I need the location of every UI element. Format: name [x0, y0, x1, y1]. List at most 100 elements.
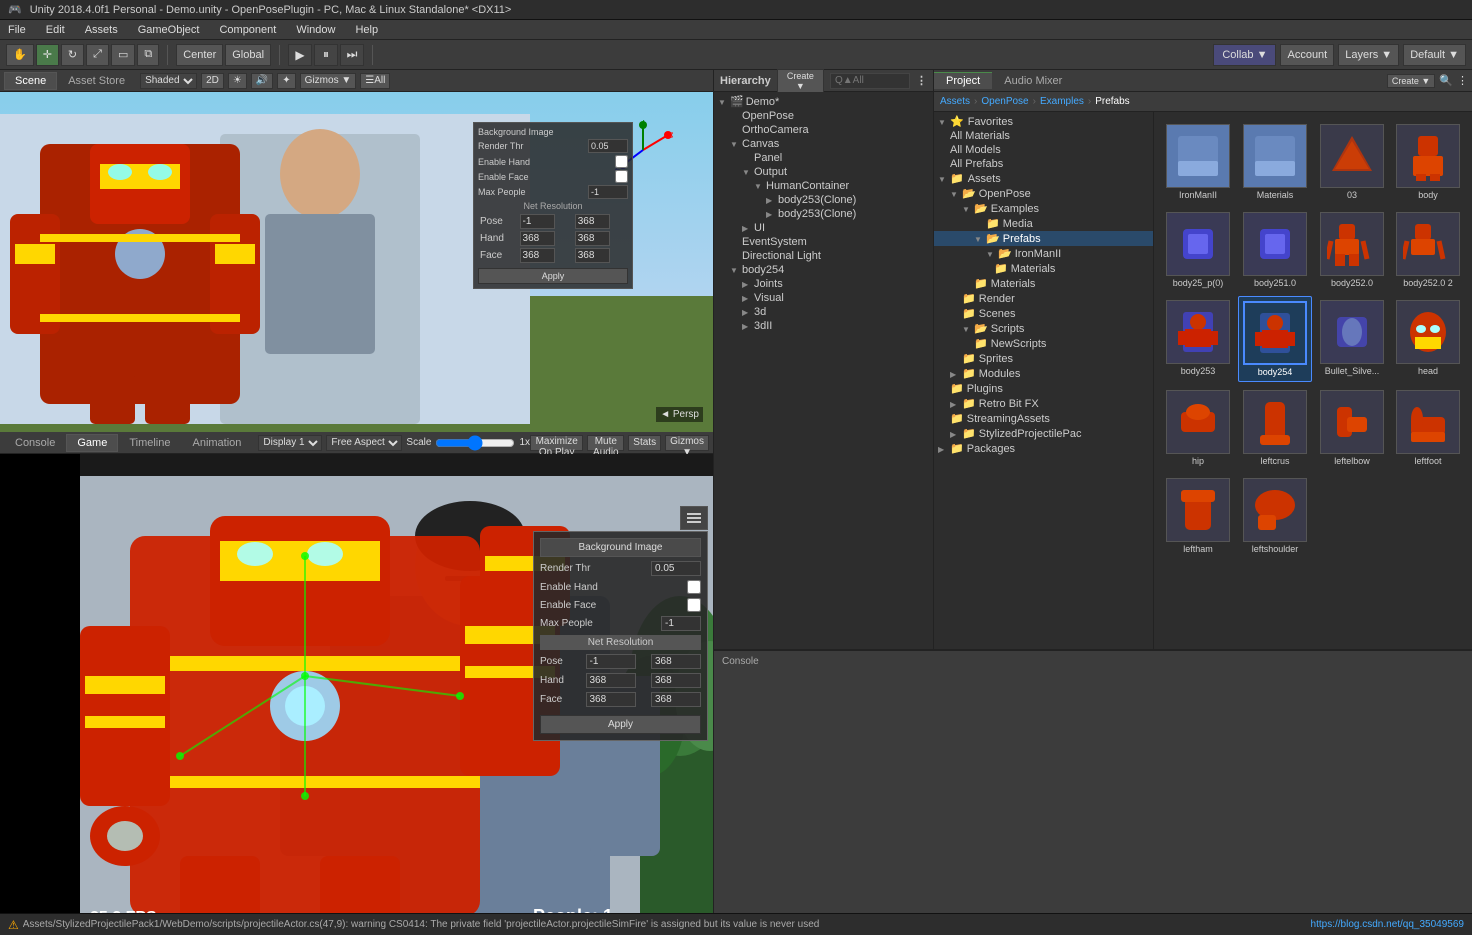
asset-head[interactable]: head: [1392, 296, 1464, 382]
hierarchy-search[interactable]: [830, 73, 910, 89]
scene-render-input[interactable]: [588, 139, 628, 153]
tree-assets[interactable]: 📁 Assets: [934, 171, 1153, 186]
h-ui[interactable]: UI: [714, 221, 933, 235]
max-people-input[interactable]: [661, 616, 701, 631]
h-visual[interactable]: Visual: [714, 291, 933, 305]
h-body253-1[interactable]: body253(Clone): [714, 193, 933, 207]
lighting-toggle[interactable]: ☀: [228, 73, 247, 89]
tree-sprites[interactable]: 📁 Sprites: [934, 351, 1153, 366]
tool-rect[interactable]: ▭: [111, 44, 135, 66]
asset-body[interactable]: body: [1392, 120, 1464, 204]
menu-file[interactable]: File: [4, 24, 30, 36]
tree-newscripts[interactable]: 📁 NewScripts: [934, 336, 1153, 351]
project-create-btn[interactable]: Create ▼: [1387, 74, 1435, 88]
hamburger-menu[interactable]: [680, 506, 708, 530]
tree-stylized[interactable]: 📁 StylizedProjectilePac: [934, 426, 1153, 441]
tree-scenes[interactable]: 📁 Scenes: [934, 306, 1153, 321]
center-btn[interactable]: Center: [176, 44, 223, 66]
h-orthocamera[interactable]: OrthoCamera: [714, 123, 933, 137]
scene-face1[interactable]: [520, 248, 555, 263]
tool-move[interactable]: ✛: [36, 44, 59, 66]
hierarchy-scene-root[interactable]: 🎬 Demo*: [714, 94, 933, 109]
asset-03[interactable]: 03: [1316, 120, 1388, 204]
scene-apply-btn[interactable]: Apply: [478, 268, 628, 284]
game-display-select[interactable]: Display 1: [258, 435, 322, 451]
hierarchy-create-btn[interactable]: Create ▼: [777, 69, 824, 93]
tool-hand[interactable]: ✋: [6, 44, 34, 66]
menu-gameobject[interactable]: GameObject: [134, 24, 204, 36]
search-all-btn[interactable]: ☰All: [360, 73, 390, 89]
asset-leftcrus[interactable]: leftcrus: [1238, 386, 1312, 470]
render-thr-input[interactable]: [651, 561, 701, 576]
game-gizmos-btn[interactable]: Gizmos ▼: [665, 435, 709, 451]
display-mode-select[interactable]: Shaded: [140, 73, 197, 89]
account-button[interactable]: Account: [1280, 44, 1334, 66]
h-eventsystem[interactable]: EventSystem: [714, 235, 933, 249]
h-canvas[interactable]: Canvas: [714, 137, 933, 151]
tree-modules[interactable]: 📁 Modules: [934, 366, 1153, 381]
audio-toggle[interactable]: 🔊: [251, 73, 273, 89]
asset-leftfoot[interactable]: leftfoot: [1392, 386, 1464, 470]
scene-hand2[interactable]: [575, 231, 610, 246]
tab-console[interactable]: Console: [4, 434, 66, 452]
hand-input1[interactable]: [586, 673, 636, 688]
asset-body2522[interactable]: body252.0 2: [1392, 208, 1464, 292]
scene-pose2[interactable]: [575, 214, 610, 229]
tool-rotate[interactable]: ↻: [61, 44, 84, 66]
asset-ironmanii-folder[interactable]: IronManII: [1162, 120, 1234, 204]
tree-render[interactable]: 📁 Render: [934, 291, 1153, 306]
pose-input1[interactable]: [586, 654, 636, 669]
menu-help[interactable]: Help: [351, 24, 382, 36]
apply-btn[interactable]: Apply: [540, 715, 701, 734]
scene-enablehand-check[interactable]: [615, 155, 628, 168]
asset-body253[interactable]: body253: [1162, 296, 1234, 382]
hierarchy-options[interactable]: ⋮: [916, 74, 927, 87]
h-directional-light[interactable]: Directional Light: [714, 249, 933, 263]
face-input2[interactable]: [651, 692, 701, 707]
asset-body25[interactable]: body25_p(0): [1162, 208, 1234, 292]
scene-maxpeople-input[interactable]: [588, 185, 628, 199]
h-openpose[interactable]: OpenPose: [714, 109, 933, 123]
menu-component[interactable]: Component: [215, 24, 280, 36]
tree-retro[interactable]: 📁 Retro Bit FX: [934, 396, 1153, 411]
asset-body251[interactable]: body251.0: [1238, 208, 1312, 292]
h-humancontainer[interactable]: HumanContainer: [714, 179, 933, 193]
asset-leftelbow[interactable]: leftelbow: [1316, 386, 1388, 470]
menu-edit[interactable]: Edit: [42, 24, 69, 36]
h-panel[interactable]: Panel: [714, 151, 933, 165]
favorites-header[interactable]: ⭐ Favorites: [934, 114, 1153, 129]
bc-assets[interactable]: Assets: [940, 96, 970, 107]
asset-leftshoulder[interactable]: leftshoulder: [1238, 474, 1312, 558]
asset-body254[interactable]: body254: [1238, 296, 1312, 382]
tool-transform[interactable]: ⧉: [137, 44, 159, 66]
tree-materials-inner[interactable]: 📁 Materials: [934, 261, 1153, 276]
step-button[interactable]: ⏭: [340, 44, 364, 66]
tree-prefabs[interactable]: 📂 Prefabs: [934, 231, 1153, 246]
layers-button[interactable]: Layers ▼: [1338, 44, 1399, 66]
enable-hand-check[interactable]: [687, 580, 701, 594]
maximize-play-btn[interactable]: Maximize On Play: [530, 435, 583, 451]
tab-animation[interactable]: Animation: [182, 434, 253, 452]
scene-enableface-check[interactable]: [615, 170, 628, 183]
gizmos-btn[interactable]: Gizmos ▼: [300, 73, 357, 89]
tree-media[interactable]: 📁 Media: [934, 216, 1153, 231]
global-btn[interactable]: Global: [225, 44, 271, 66]
tab-game[interactable]: Game: [66, 434, 118, 452]
asset-materials-folder[interactable]: Materials: [1238, 120, 1312, 204]
project-options[interactable]: ⋮: [1457, 74, 1468, 87]
enable-face-check[interactable]: [687, 598, 701, 612]
game-aspect-select[interactable]: Free Aspect: [326, 435, 402, 451]
tree-plugins[interactable]: 📁 Plugins: [934, 381, 1153, 396]
scene-pose1[interactable]: [520, 214, 555, 229]
play-button[interactable]: ▶: [288, 44, 312, 66]
tree-materials-outer[interactable]: 📁 Materials: [934, 276, 1153, 291]
asset-bullet[interactable]: Bullet_Silve...: [1316, 296, 1388, 382]
stats-btn[interactable]: Stats: [628, 435, 661, 451]
hand-input2[interactable]: [651, 673, 701, 688]
asset-leftham[interactable]: leftham: [1162, 474, 1234, 558]
tab-timeline[interactable]: Timeline: [118, 434, 181, 452]
menu-window[interactable]: Window: [292, 24, 339, 36]
tree-packages[interactable]: 📁 Packages: [934, 441, 1153, 456]
mute-btn[interactable]: Mute Audio: [587, 435, 624, 451]
h-joints[interactable]: Joints: [714, 277, 933, 291]
